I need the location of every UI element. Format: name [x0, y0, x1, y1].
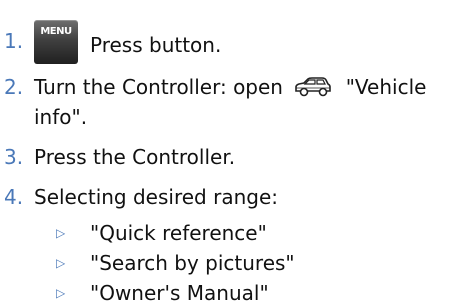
option-label: "Search by pictures"	[90, 251, 295, 275]
step-number: 1.	[4, 29, 24, 53]
step-text: Press the Controller.	[34, 145, 236, 169]
instruction-document: 1. MENU Press button. 2. Turn the Control…	[0, 0, 452, 306]
step-number: 4.	[4, 185, 24, 209]
menu-button-icon: MENU	[34, 20, 78, 64]
step-number: 2.	[4, 75, 24, 99]
menu-icon-label: MENU	[40, 26, 72, 37]
option-label: "Quick reference"	[90, 221, 267, 245]
triangle-bullet-icon: ▷	[56, 286, 66, 300]
step-body: MENU Press button.	[34, 20, 221, 64]
step-text-continued: "Vehicle	[345, 75, 427, 99]
step-text: Press button.	[90, 33, 222, 57]
step-number: 3.	[4, 145, 24, 169]
step-text: Selecting desired range:	[34, 185, 278, 209]
triangle-bullet-icon: ▷	[56, 226, 66, 240]
step-body: Turn the Controller: open "Vehicle	[34, 72, 426, 102]
vehicle-car-icon	[295, 77, 332, 97]
step-text: Turn the Controller: open	[34, 75, 283, 99]
step-text-wrap: info".	[34, 105, 88, 129]
triangle-bullet-icon: ▷	[56, 256, 66, 270]
option-label: "Owner's Manual"	[90, 281, 269, 305]
